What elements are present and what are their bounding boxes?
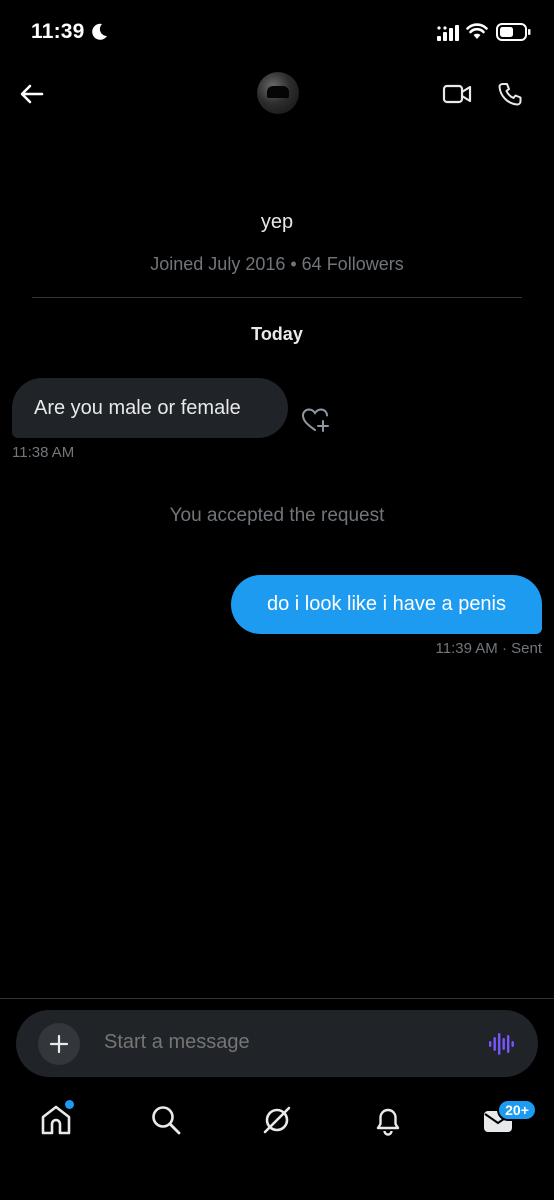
nav-search[interactable]: [148, 1102, 184, 1138]
sent-status: · Sent: [501, 640, 542, 657]
bell-icon: [376, 1108, 400, 1136]
back-arrow-icon[interactable]: [18, 80, 46, 108]
wifi-icon: [466, 23, 488, 39]
nav-notifications[interactable]: [370, 1102, 406, 1138]
voice-message-icon[interactable]: [487, 1030, 515, 1058]
signal-icon: [437, 25, 459, 41]
incoming-message-bubble[interactable]: Are you male or female: [12, 378, 288, 438]
message-input[interactable]: [104, 1031, 464, 1054]
notification-dot: [65, 1100, 74, 1109]
messages-count-badge: 20+: [497, 1099, 537, 1121]
add-reaction-icon[interactable]: [300, 406, 330, 434]
plus-icon: [49, 1034, 69, 1054]
video-camera-icon[interactable]: [441, 80, 473, 108]
outgoing-message-bubble[interactable]: do i look like i have a penis: [231, 575, 542, 634]
message-timestamp: 11:39 AM: [435, 640, 498, 657]
status-time: 11:39: [31, 20, 85, 43]
search-icon: [152, 1106, 181, 1135]
nav-grok[interactable]: [259, 1102, 295, 1138]
avatar[interactable]: [257, 72, 299, 114]
day-label: Today: [251, 324, 303, 344]
bottom-nav: [0, 1090, 554, 1160]
message-composer: [16, 1010, 538, 1077]
moon-icon: [92, 23, 107, 40]
message-status: 11:39 AM · Sent: [436, 640, 542, 657]
profile-meta: Joined July 2016 • 64 Followers: [150, 254, 404, 274]
add-media-button[interactable]: [38, 1023, 80, 1065]
grok-icon: [263, 1106, 291, 1134]
battery-icon: [496, 23, 531, 41]
message-timestamp: 11:38 AM: [12, 444, 75, 461]
status-bar: 11:39: [0, 0, 554, 68]
profile-name[interactable]: yep: [0, 211, 554, 234]
phone-icon[interactable]: [496, 80, 524, 108]
nav-home[interactable]: [38, 1100, 74, 1138]
divider: [32, 297, 522, 298]
composer-divider: [0, 998, 554, 999]
system-note: You accepted the request: [169, 505, 385, 526]
